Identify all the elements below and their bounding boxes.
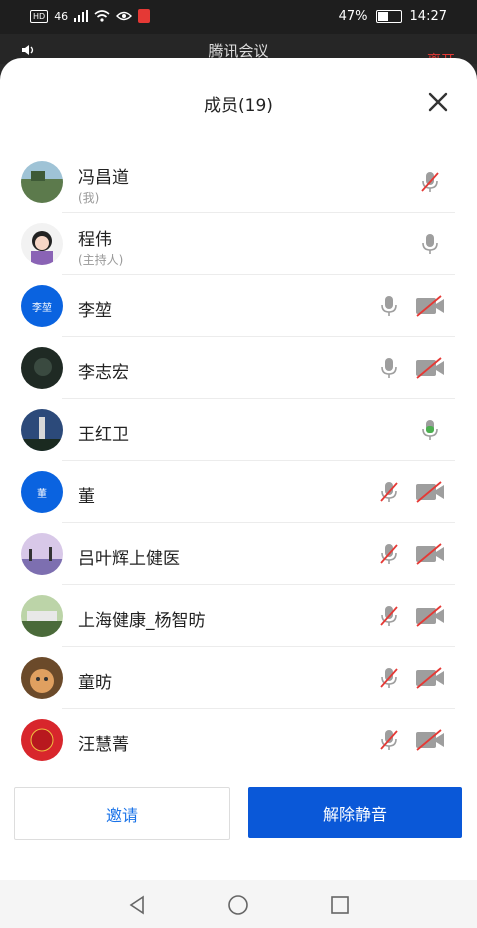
member-row[interactable]: 童昉 <box>0 647 477 709</box>
mic-speaking-icon[interactable] <box>418 418 442 442</box>
eye-icon <box>116 11 133 21</box>
avatar <box>21 719 63 761</box>
avatar <box>21 347 63 389</box>
battery-icon <box>375 10 402 23</box>
avatar <box>21 161 63 203</box>
members-sheet: 成员(19) 冯昌道 (我) 程伟 (主持人) 李堃 李堃 李志宏 王红卫 董 … <box>0 58 477 928</box>
signal-strength: 46 <box>54 9 69 23</box>
member-row[interactable]: 上海健康_杨智昉 <box>0 585 477 647</box>
home-icon[interactable] <box>227 894 249 916</box>
member-name: 吕叶辉上健医 <box>78 549 180 569</box>
member-name: 王红卫 <box>78 425 129 445</box>
back-icon[interactable] <box>126 894 148 916</box>
member-name: 李堃 <box>78 301 112 321</box>
network-badge: HD <box>30 9 49 23</box>
camera-off-icon[interactable] <box>414 604 446 628</box>
member-name: 冯昌道 <box>78 168 129 188</box>
mic-icon[interactable] <box>377 294 401 318</box>
member-row[interactable]: 王红卫 <box>0 399 477 461</box>
member-role: (主持人) <box>78 253 124 267</box>
clock: 14:27 <box>409 9 447 24</box>
member-name: 李志宏 <box>78 363 129 383</box>
avatar <box>21 657 63 699</box>
invite-button[interactable]: 邀请 <box>14 787 230 840</box>
member-name: 董 <box>78 487 95 507</box>
avatar <box>21 409 63 451</box>
mic-muted-icon[interactable] <box>418 170 442 194</box>
mic-icon[interactable] <box>418 232 442 256</box>
avatar <box>21 223 63 265</box>
unmute-all-button[interactable]: 解除静音 <box>248 787 462 838</box>
member-row[interactable]: 程伟 (主持人) <box>0 213 477 275</box>
avatar: 董 <box>21 471 63 513</box>
member-row[interactable]: 汪慧菁 <box>0 709 477 771</box>
close-icon[interactable] <box>424 88 452 116</box>
camera-off-icon[interactable] <box>414 480 446 504</box>
camera-off-icon[interactable] <box>414 356 446 380</box>
recents-icon[interactable] <box>329 894 351 916</box>
recording-mic-icon <box>138 9 151 23</box>
mic-icon[interactable] <box>377 356 401 380</box>
system-nav-bar <box>0 880 477 928</box>
mic-muted-icon[interactable] <box>377 728 401 752</box>
status-bar: HD 46 47% 14:27 <box>0 0 477 34</box>
wifi-icon <box>94 10 110 22</box>
member-row[interactable]: 吕叶辉上健医 <box>0 523 477 585</box>
member-row[interactable]: 李堃 李堃 <box>0 275 477 337</box>
battery-percent: 47% <box>338 9 368 24</box>
camera-off-icon[interactable] <box>414 666 446 690</box>
member-row[interactable]: 冯昌道 (我) <box>0 151 477 213</box>
avatar <box>21 533 63 575</box>
member-row[interactable]: 董 董 <box>0 461 477 523</box>
mic-muted-icon[interactable] <box>377 480 401 504</box>
member-name: 汪慧菁 <box>78 735 129 755</box>
mic-muted-icon[interactable] <box>377 542 401 566</box>
signal-bars-icon <box>74 10 89 22</box>
camera-off-icon[interactable] <box>414 728 446 752</box>
member-role: (我) <box>78 191 100 205</box>
member-row[interactable]: 李志宏 <box>0 337 477 399</box>
avatar: 李堃 <box>21 285 63 327</box>
camera-off-icon[interactable] <box>414 542 446 566</box>
member-name: 童昉 <box>78 673 112 693</box>
sheet-title: 成员(19) <box>204 96 273 116</box>
camera-off-icon[interactable] <box>414 294 446 318</box>
avatar <box>21 595 63 637</box>
member-name: 程伟 <box>78 230 112 250</box>
mic-muted-icon[interactable] <box>377 604 401 628</box>
mic-muted-icon[interactable] <box>377 666 401 690</box>
member-name: 上海健康_杨智昉 <box>78 611 206 631</box>
